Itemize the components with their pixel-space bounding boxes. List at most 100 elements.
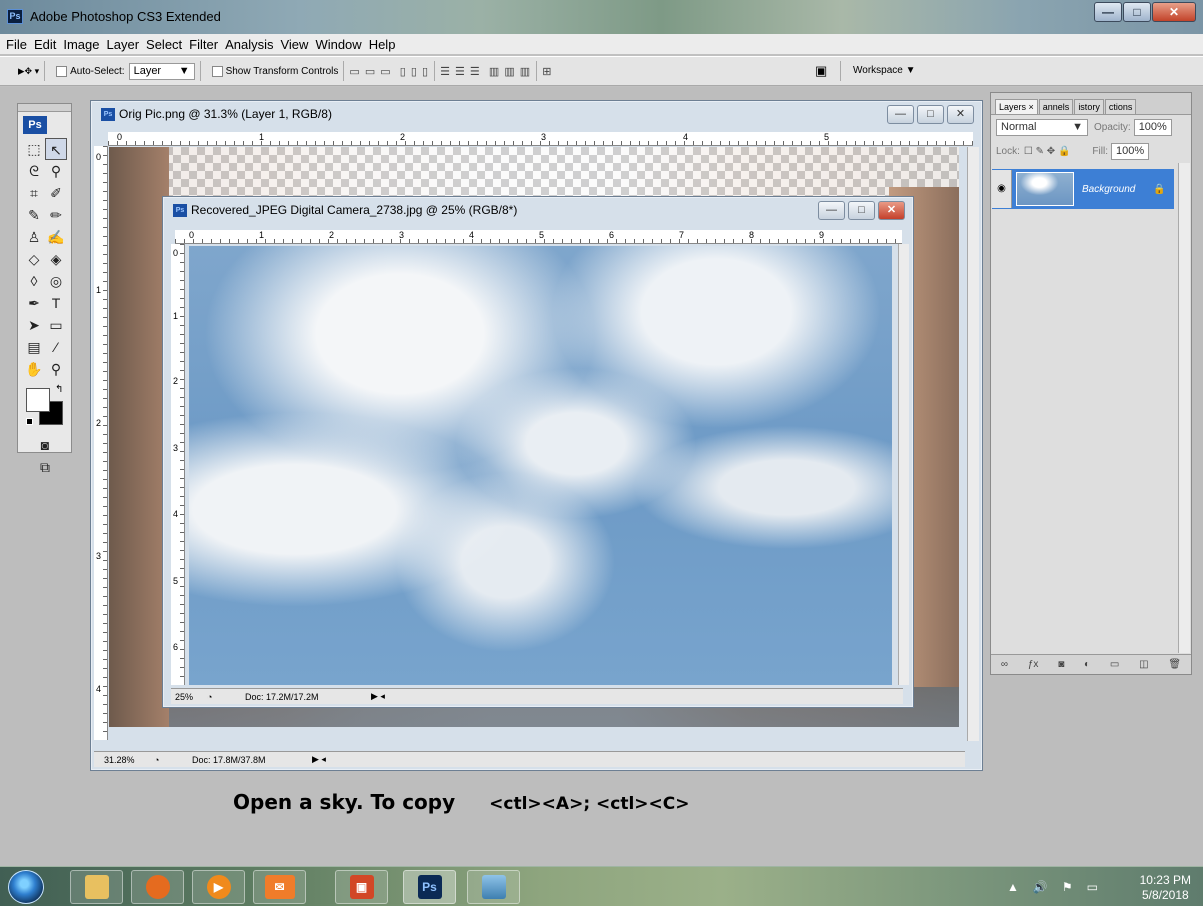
visibility-eye-icon[interactable]: ◉ bbox=[992, 170, 1012, 208]
menu-analysis[interactable]: Analysis bbox=[225, 37, 273, 52]
zoom-tool-icon[interactable]: ⚲ bbox=[45, 358, 67, 380]
action-center-flag-icon[interactable]: ⚑ bbox=[1062, 880, 1073, 894]
align-icons[interactable]: ▭ ▭ ▭ ▯ ▯ ▯ bbox=[349, 65, 429, 78]
new-layer-icon[interactable]: ◫ bbox=[1139, 659, 1148, 670]
taskbar-mail[interactable]: ✉ bbox=[253, 870, 306, 904]
auto-select-checkbox[interactable] bbox=[56, 65, 68, 77]
menu-window[interactable]: Window bbox=[315, 37, 361, 52]
quick-mask-icon[interactable]: ◙ bbox=[34, 434, 56, 456]
tab-history[interactable]: istory bbox=[1074, 99, 1104, 114]
status-icon[interactable]: ◔ bbox=[154, 755, 192, 765]
taskbar-powerpoint[interactable]: ▣ bbox=[335, 870, 388, 904]
maximize-button[interactable]: □ bbox=[1123, 2, 1151, 22]
layer-name[interactable]: Background bbox=[1082, 184, 1135, 195]
hand-tool-icon[interactable]: ✋ bbox=[23, 358, 45, 380]
adjustment-layer-icon[interactable]: ◐ bbox=[1084, 659, 1090, 670]
menu-image[interactable]: Image bbox=[63, 37, 99, 52]
new-group-icon[interactable]: ▭ bbox=[1110, 659, 1119, 670]
healing-brush-tool-icon[interactable]: ✎ bbox=[23, 204, 45, 226]
default-colors-icon[interactable] bbox=[26, 418, 33, 425]
opacity-input[interactable]: 100% bbox=[1133, 118, 1172, 136]
document-titlebar[interactable]: Ps Recovered_JPEG Digital Camera_2738.jp… bbox=[163, 197, 913, 223]
lock-icons[interactable]: ☐ ✎ ✥ 🔒 bbox=[1024, 146, 1071, 157]
vertical-scrollbar[interactable] bbox=[967, 147, 979, 741]
layers-scrollbar[interactable] bbox=[1178, 163, 1190, 653]
layer-mask-icon[interactable]: ◙ bbox=[1058, 659, 1064, 670]
network-icon[interactable]: ▭ bbox=[1087, 880, 1098, 894]
slice-tool-icon[interactable]: ✐ bbox=[45, 182, 67, 204]
close-button[interactable]: ✕ bbox=[1152, 2, 1196, 22]
path-selection-tool-icon[interactable]: ➤ bbox=[23, 314, 45, 336]
lasso-tool-icon[interactable]: ᘓ bbox=[23, 160, 45, 182]
distribute-icons[interactable]: ☰ ☰ ☰ ▥ ▥ ▥ bbox=[440, 65, 531, 78]
menu-view[interactable]: View bbox=[280, 37, 308, 52]
doc-minimize-button[interactable]: — bbox=[887, 105, 914, 124]
crop-tool-icon[interactable]: ⌗ bbox=[23, 182, 45, 204]
auto-select-dropdown[interactable]: Layer ▼ bbox=[128, 62, 195, 80]
minimize-button[interactable]: — bbox=[1094, 2, 1122, 22]
start-button[interactable] bbox=[8, 870, 44, 904]
taskbar-firefox[interactable] bbox=[131, 870, 184, 904]
taskbar-photoshop[interactable]: Ps bbox=[403, 870, 456, 904]
fill-input[interactable]: 100% bbox=[1110, 142, 1150, 160]
menu-help[interactable]: Help bbox=[369, 37, 396, 52]
zoom-level[interactable]: 25% bbox=[175, 692, 207, 702]
brush-tool-icon[interactable]: ✏ bbox=[45, 204, 67, 226]
delete-layer-icon[interactable]: 🗑 bbox=[1168, 659, 1181, 670]
swap-colors-icon[interactable]: ↰ bbox=[55, 384, 63, 395]
doc-maximize-button[interactable]: □ bbox=[917, 105, 944, 124]
clone-stamp-tool-icon[interactable]: ♙ bbox=[23, 226, 45, 248]
dodge-tool-icon[interactable]: ◎ bbox=[45, 270, 67, 292]
link-layers-icon[interactable]: ∞ bbox=[1001, 659, 1008, 670]
blur-tool-icon[interactable]: ◊ bbox=[23, 270, 45, 292]
status-icon[interactable]: ◔ bbox=[207, 692, 245, 702]
status-menu-arrow-icon[interactable]: ▶ ◂ bbox=[371, 691, 385, 702]
menu-file[interactable]: File bbox=[6, 37, 27, 52]
show-transform-checkbox[interactable] bbox=[211, 65, 223, 77]
menu-layer[interactable]: Layer bbox=[107, 37, 140, 52]
tab-channels[interactable]: annels bbox=[1038, 99, 1074, 114]
status-menu-arrow-icon[interactable]: ▶ ◂ bbox=[312, 754, 326, 765]
eraser-tool-icon[interactable]: ◇ bbox=[23, 248, 45, 270]
taskbar-photo-viewer[interactable] bbox=[467, 870, 520, 904]
layer-row-background[interactable]: ◉ Background 🔒 bbox=[992, 169, 1174, 209]
toolbox-grip[interactable] bbox=[18, 104, 71, 112]
clock[interactable]: 10:23 PM 5/8/2018 bbox=[1140, 873, 1191, 903]
history-brush-tool-icon[interactable]: ✍ bbox=[45, 226, 67, 248]
menu-filter[interactable]: Filter bbox=[189, 37, 218, 52]
doc-minimize-button[interactable]: — bbox=[818, 201, 845, 220]
paint-bucket-tool-icon[interactable]: ◈ bbox=[45, 248, 67, 270]
zoom-level[interactable]: 31.28% bbox=[104, 755, 154, 765]
eyedropper-tool-icon[interactable]: ⁄ bbox=[45, 336, 67, 358]
taskbar-media-player[interactable]: ▶ bbox=[192, 870, 245, 904]
type-tool-icon[interactable]: T bbox=[45, 292, 67, 314]
blend-mode-dropdown[interactable]: Normal ▼ bbox=[996, 118, 1088, 136]
foreground-color-swatch[interactable] bbox=[26, 388, 50, 412]
photoshop-logo[interactable]: Ps bbox=[23, 116, 47, 134]
document-titlebar[interactable]: Ps Orig Pic.png @ 31.3% (Layer 1, RGB/8) bbox=[91, 101, 982, 127]
tab-layers[interactable]: Layers × bbox=[995, 99, 1038, 114]
shape-tool-icon[interactable]: ▭ bbox=[45, 314, 67, 336]
pen-tool-icon[interactable]: ✒ bbox=[23, 292, 45, 314]
image-canvas-sky[interactable] bbox=[189, 246, 892, 685]
go-to-bridge-icon[interactable]: ▣ bbox=[815, 63, 827, 79]
auto-align-icon[interactable]: ⊞ bbox=[542, 65, 552, 78]
doc-close-button[interactable]: ✕ bbox=[947, 105, 974, 124]
marquee-tool-icon[interactable]: ⬚ bbox=[23, 138, 45, 160]
menu-edit[interactable]: Edit bbox=[34, 37, 56, 52]
move-tool-icon[interactable]: ↖ bbox=[45, 138, 67, 160]
doc-close-button[interactable]: ✕ bbox=[878, 201, 905, 220]
menu-select[interactable]: Select bbox=[146, 37, 182, 52]
notes-tool-icon[interactable]: ▤ bbox=[23, 336, 45, 358]
tab-actions[interactable]: ctions bbox=[1104, 99, 1137, 114]
screen-mode-icon[interactable]: ⧉ bbox=[34, 456, 56, 478]
tool-preset-picker[interactable]: ▸ ✥ ▾ bbox=[18, 63, 39, 79]
magic-wand-tool-icon[interactable]: ⚲ bbox=[45, 160, 67, 182]
workspace-menu[interactable]: Workspace ▼ bbox=[853, 65, 916, 76]
volume-icon[interactable]: 🔊 bbox=[1033, 880, 1048, 894]
show-hidden-icons-icon[interactable]: ▲ bbox=[1007, 880, 1019, 894]
layer-style-icon[interactable]: ƒx bbox=[1028, 659, 1039, 670]
vertical-scrollbar[interactable] bbox=[898, 244, 909, 685]
doc-maximize-button[interactable]: □ bbox=[848, 201, 875, 220]
taskbar-explorer[interactable] bbox=[70, 870, 123, 904]
